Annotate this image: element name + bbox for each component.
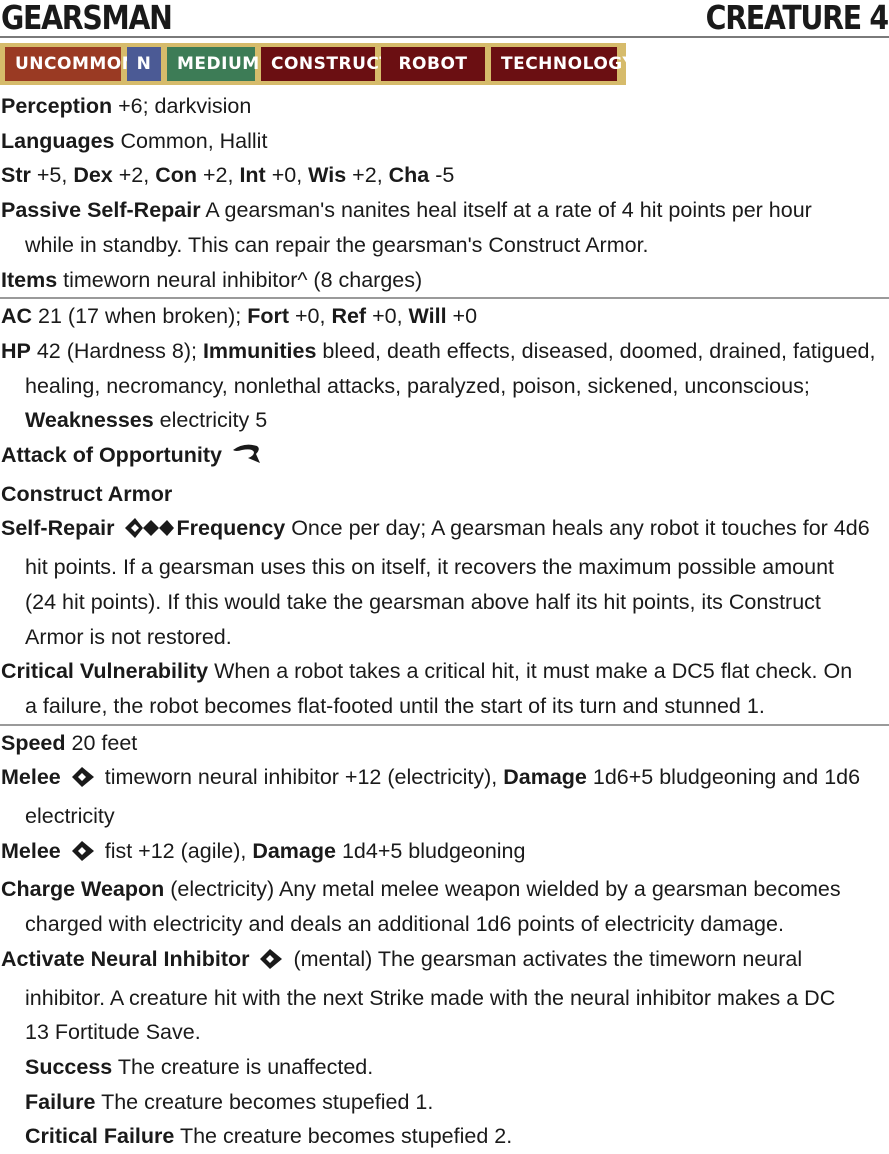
one-action-icon <box>257 946 285 981</box>
stat-block: GEARSMAN CREATURE 4 UNCOMMON N MEDIUM CO… <box>0 0 889 1148</box>
construct-armor-line: Construct Armor <box>1 481 173 506</box>
failure-line: Failure The creature becomes stupefied 1… <box>25 1089 434 1114</box>
passive-self-repair-line: Passive Self-Repair A gearsman's nanites… <box>1 198 812 223</box>
items-line: Items timeworn neural inhibitor^ (8 char… <box>1 267 423 292</box>
self-repair-continued-3: Armor is not restored. <box>25 624 232 649</box>
languages-line: Languages Common, Hallit <box>1 128 268 153</box>
charge-weapon-continued: charged with electricity and deals an ad… <box>25 912 784 937</box>
success-line: Success The creature is unaffected. <box>25 1054 374 1079</box>
weaknesses-line: Weaknesses electricity 5 <box>25 408 268 433</box>
creature-level: CREATURE 4 <box>705 0 889 37</box>
perception-line: Perception +6; darkvision <box>1 94 252 118</box>
melee-fist-line: Melee fist +12 (agile), Damage 1d4+5 blu… <box>0 834 889 873</box>
one-action-icon <box>69 764 97 799</box>
trait-bar: UNCOMMON N MEDIUM CONSTRUCT ROBOT TECHNO… <box>0 43 635 85</box>
trait-robot: ROBOT <box>381 47 485 81</box>
critical-failure-line: Critical Failure The creature becomes st… <box>25 1124 513 1149</box>
trait-construct: CONSTRUCT <box>261 47 391 81</box>
trait-alignment: N <box>127 47 161 81</box>
passive-self-repair-continued: while in standby. This can repair the ge… <box>25 232 649 257</box>
one-action-icon <box>69 838 97 873</box>
activate-neural-inhibitor-line: Activate Neural Inhibitor (mental) The g… <box>0 942 889 981</box>
creature-name: GEARSMAN <box>1 0 173 37</box>
ac-saves-line: AC 21 (17 when broken); Fort +0, Ref +0,… <box>1 304 478 329</box>
self-repair-continued-1: hit points. If a gearsman uses this on i… <box>25 555 835 580</box>
critical-vulnerability-continued: a failure, the robot becomes flat-footed… <box>25 693 765 718</box>
self-repair-line: Self-Repair Frequency Once per day; A ge… <box>0 511 889 550</box>
activate-neural-inhibitor-continued-2: 13 Fortitude Save. <box>25 1020 201 1045</box>
melee-inhibitor-continued: electricity <box>25 804 115 829</box>
reaction-icon <box>230 442 262 477</box>
hp-line: HP 42 (Hardness 8); Immunities bleed, de… <box>1 338 876 363</box>
immunities-continued: healing, necromancy, nonlethal attacks, … <box>25 373 810 398</box>
three-actions-icon <box>123 515 175 550</box>
critical-vulnerability-line: Critical Vulnerability When a robot take… <box>1 659 853 684</box>
stat-block-header: GEARSMAN CREATURE 4 <box>0 0 889 38</box>
trait-size: MEDIUM <box>167 47 259 81</box>
trait-technology: TECHNOLOGY <box>491 47 635 81</box>
self-repair-continued-2: (24 hit points). If this would take the … <box>25 589 821 614</box>
speed-line: Speed 20 feet <box>1 730 138 755</box>
activate-neural-inhibitor-continued-1: inhibitor. A creature hit with the next … <box>25 985 836 1010</box>
trait-uncommon: UNCOMMON <box>5 47 136 81</box>
melee-inhibitor-line: Melee timeworn neural inhibitor +12 (ele… <box>0 760 889 799</box>
ability-scores-line: Str +5, Dex +2, Con +2, Int +0, Wis +2, … <box>1 163 455 188</box>
attack-of-opportunity-line: Attack of Opportunity <box>0 438 889 477</box>
charge-weapon-line: Charge Weapon (electricity) Any metal me… <box>1 877 841 902</box>
